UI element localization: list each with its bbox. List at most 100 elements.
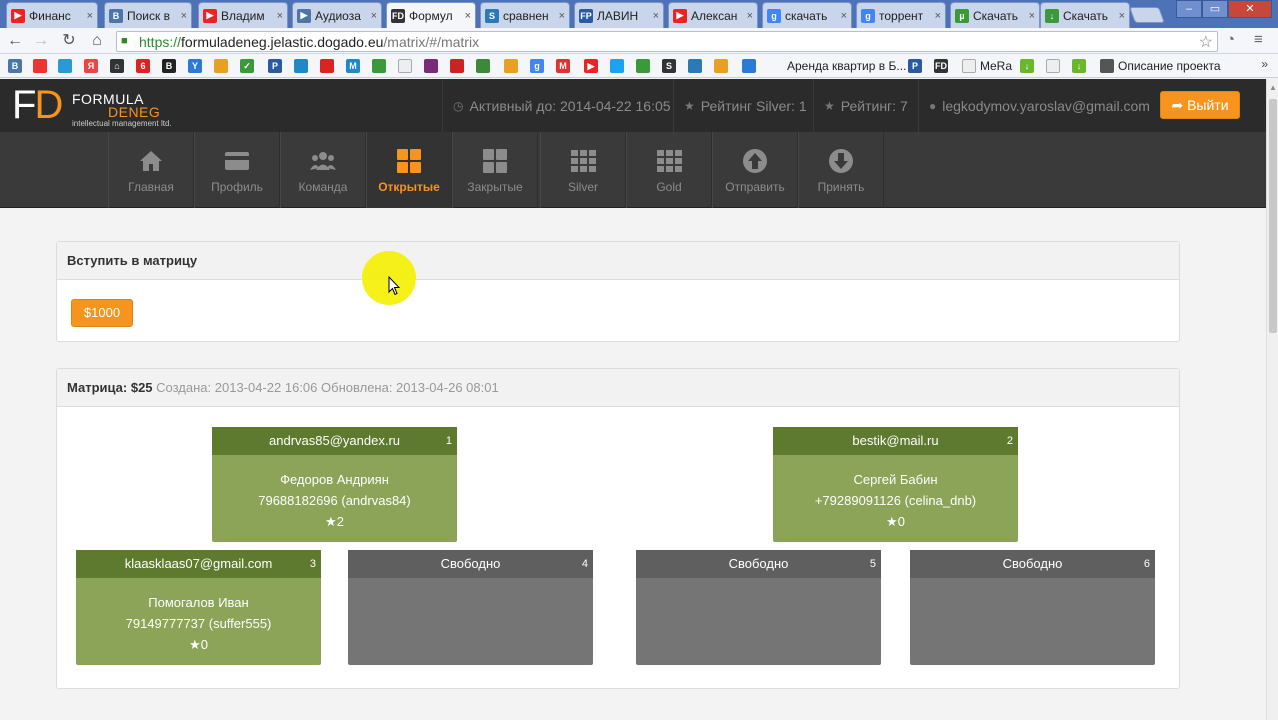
reload-icon[interactable]: ↻ bbox=[58, 31, 80, 51]
scrollbar-thumb[interactable] bbox=[1269, 99, 1277, 333]
bookmark-star-icon[interactable]: ☆ bbox=[1199, 32, 1213, 52]
nav-send[interactable]: Отправить bbox=[712, 132, 798, 208]
close-tab-icon[interactable]: × bbox=[1029, 10, 1035, 22]
cell-header: klaasklaas07@gmail.com 3 bbox=[76, 550, 321, 578]
bookmark-icon[interactable] bbox=[424, 59, 438, 73]
bookmark-icon[interactable] bbox=[58, 59, 72, 73]
download-bookmark-icon[interactable]: ↓ bbox=[1020, 59, 1034, 73]
bookmark-icon[interactable]: 6 bbox=[136, 59, 150, 73]
browser-tab[interactable]: FP ЛАВИН × bbox=[574, 2, 664, 28]
nav-closed[interactable]: Закрытые bbox=[452, 132, 538, 208]
bookmark-icon[interactable]: S bbox=[662, 59, 676, 73]
home-icon[interactable]: ⌂ bbox=[86, 31, 108, 51]
page-scrollbar[interactable]: ▲ bbox=[1266, 79, 1278, 720]
back-arrow-icon[interactable]: ← bbox=[4, 31, 26, 51]
browser-tab[interactable]: Sсравнен × bbox=[480, 2, 570, 28]
browser-tab[interactable]: В Поиск в × bbox=[104, 2, 192, 28]
check-bookmark-icon[interactable]: ✓ bbox=[240, 59, 254, 73]
matrix-cell-4[interactable]: Свободно 4 bbox=[348, 550, 593, 665]
vk-bookmark-icon[interactable]: В bbox=[8, 59, 22, 73]
grid-small-icon bbox=[657, 150, 682, 172]
close-tab-icon[interactable]: × bbox=[277, 10, 283, 22]
browser-tab-active[interactable]: FD Формул × bbox=[386, 2, 476, 28]
extension-icon[interactable]: ◔ bbox=[1226, 31, 1235, 48]
bookmark-icon[interactable]: B bbox=[162, 59, 176, 73]
bookmark-link[interactable]: MeRa bbox=[980, 59, 1012, 73]
star-icon: ★ bbox=[189, 637, 201, 652]
matrix-cell-6[interactable]: Свободно 6 bbox=[910, 550, 1155, 665]
matrix-cell-3[interactable]: klaasklaas07@gmail.com 3 Помогалов Иван 7… bbox=[76, 550, 321, 665]
home-bookmark-icon[interactable]: ⌂ bbox=[110, 59, 124, 73]
bookmark-icon[interactable] bbox=[504, 59, 518, 73]
browser-tab[interactable]: g торрент × bbox=[856, 2, 946, 28]
matrix-cell-5[interactable]: Свободно 5 bbox=[636, 550, 881, 665]
gmail-bookmark-icon[interactable]: M bbox=[556, 59, 570, 73]
bookmark-icon[interactable] bbox=[688, 59, 702, 73]
bookmark-icon[interactable] bbox=[320, 59, 334, 73]
browser-tab[interactable]: ▶ Алексан × bbox=[668, 2, 758, 28]
close-tab-icon[interactable]: × bbox=[465, 10, 471, 22]
close-tab-icon[interactable]: × bbox=[747, 10, 753, 22]
address-bar[interactable]: ■ https://formuladeneg.jelastic.dogado.e… bbox=[116, 31, 1218, 52]
close-window-icon[interactable]: ✕ bbox=[1228, 0, 1272, 18]
close-tab-icon[interactable]: × bbox=[181, 10, 187, 22]
browser-tab[interactable]: ▶ Финанс × bbox=[6, 2, 98, 28]
bookmark-icon[interactable]: P bbox=[268, 59, 282, 73]
bookmark-icon[interactable] bbox=[450, 59, 464, 73]
matrix-cell-2[interactable]: bestik@mail.ru 2 Сергей Бабин +7928909112… bbox=[773, 427, 1018, 542]
browser-tab[interactable]: ↓ Скачать × bbox=[1040, 2, 1130, 28]
close-tab-icon[interactable]: × bbox=[371, 10, 377, 22]
google-bookmark-icon[interactable]: g bbox=[530, 59, 544, 73]
bookmark-icon[interactable] bbox=[636, 59, 650, 73]
flag-bookmark-icon[interactable] bbox=[1046, 59, 1060, 73]
apple-bookmark-icon[interactable] bbox=[1100, 59, 1114, 73]
join-1000-button[interactable]: $1000 bbox=[71, 299, 133, 327]
download-bookmark-icon[interactable]: ↓ bbox=[1072, 59, 1086, 73]
nav-open[interactable]: Открытые bbox=[366, 132, 452, 208]
close-tab-icon[interactable]: × bbox=[559, 10, 565, 22]
logo[interactable]: FD FORMULA DENEG intellectual management… bbox=[12, 85, 182, 129]
yandex-bookmark-icon[interactable]: Я bbox=[84, 59, 98, 73]
bookmark-icon[interactable] bbox=[714, 59, 728, 73]
bookmark-icon[interactable] bbox=[372, 59, 386, 73]
youtube-bookmark-icon[interactable]: ▶ bbox=[584, 59, 598, 73]
minimize-icon[interactable]: – bbox=[1176, 0, 1202, 18]
bookmark-icon[interactable] bbox=[476, 59, 490, 73]
bookmark-icon[interactable]: M bbox=[346, 59, 360, 73]
chevron-right-icon[interactable]: » bbox=[1261, 57, 1268, 71]
browser-tab[interactable]: ▶ Владим × bbox=[198, 2, 288, 28]
browser-tab[interactable]: g скачать × bbox=[762, 2, 852, 28]
close-tab-icon[interactable]: × bbox=[841, 10, 847, 22]
fd-bookmark-icon[interactable]: FD bbox=[934, 59, 948, 73]
close-tab-icon[interactable]: × bbox=[1119, 10, 1125, 22]
paypal-bookmark-icon[interactable]: P bbox=[908, 59, 922, 73]
forward-arrow-icon[interactable]: → bbox=[30, 31, 52, 51]
maximize-icon[interactable]: ▭ bbox=[1202, 0, 1228, 18]
nav-silver[interactable]: Silver bbox=[540, 132, 626, 208]
twitter-bookmark-icon[interactable] bbox=[610, 59, 624, 73]
bookmark-icon[interactable] bbox=[33, 59, 47, 73]
bookmark-icon[interactable] bbox=[742, 59, 756, 73]
bookmark-icon[interactable] bbox=[294, 59, 308, 73]
browser-tab[interactable]: µ Скачать × bbox=[950, 2, 1040, 28]
scroll-up-icon[interactable]: ▲ bbox=[1269, 83, 1277, 92]
nav-gold[interactable]: Gold bbox=[626, 132, 712, 208]
close-tab-icon[interactable]: × bbox=[653, 10, 659, 22]
close-tab-icon[interactable]: × bbox=[87, 10, 93, 22]
nav-home[interactable]: Главная bbox=[108, 132, 194, 208]
bookmark-link[interactable]: Аренда квартир в Б... bbox=[787, 59, 906, 73]
page-bookmark-icon[interactable] bbox=[962, 59, 976, 73]
bookmark-icon[interactable] bbox=[214, 59, 228, 73]
nav-receive[interactable]: Принять bbox=[798, 132, 884, 208]
close-tab-icon[interactable]: × bbox=[935, 10, 941, 22]
new-tab-button[interactable] bbox=[1129, 7, 1165, 23]
nav-team[interactable]: Команда bbox=[280, 132, 366, 208]
browser-tab[interactable]: ▶ Аудиоза × bbox=[292, 2, 382, 28]
logout-button[interactable]: ➦ Выйти bbox=[1160, 91, 1240, 119]
bookmark-link[interactable]: Описание проекта bbox=[1118, 59, 1221, 73]
matrix-cell-1[interactable]: andrvas85@yandex.ru 1 Федоров Андриян 796… bbox=[212, 427, 457, 542]
page-bookmark-icon[interactable] bbox=[398, 59, 412, 73]
bookmark-icon[interactable]: Y bbox=[188, 59, 202, 73]
nav-profile[interactable]: Профиль bbox=[194, 132, 280, 208]
menu-icon[interactable]: ≡ bbox=[1254, 31, 1263, 48]
